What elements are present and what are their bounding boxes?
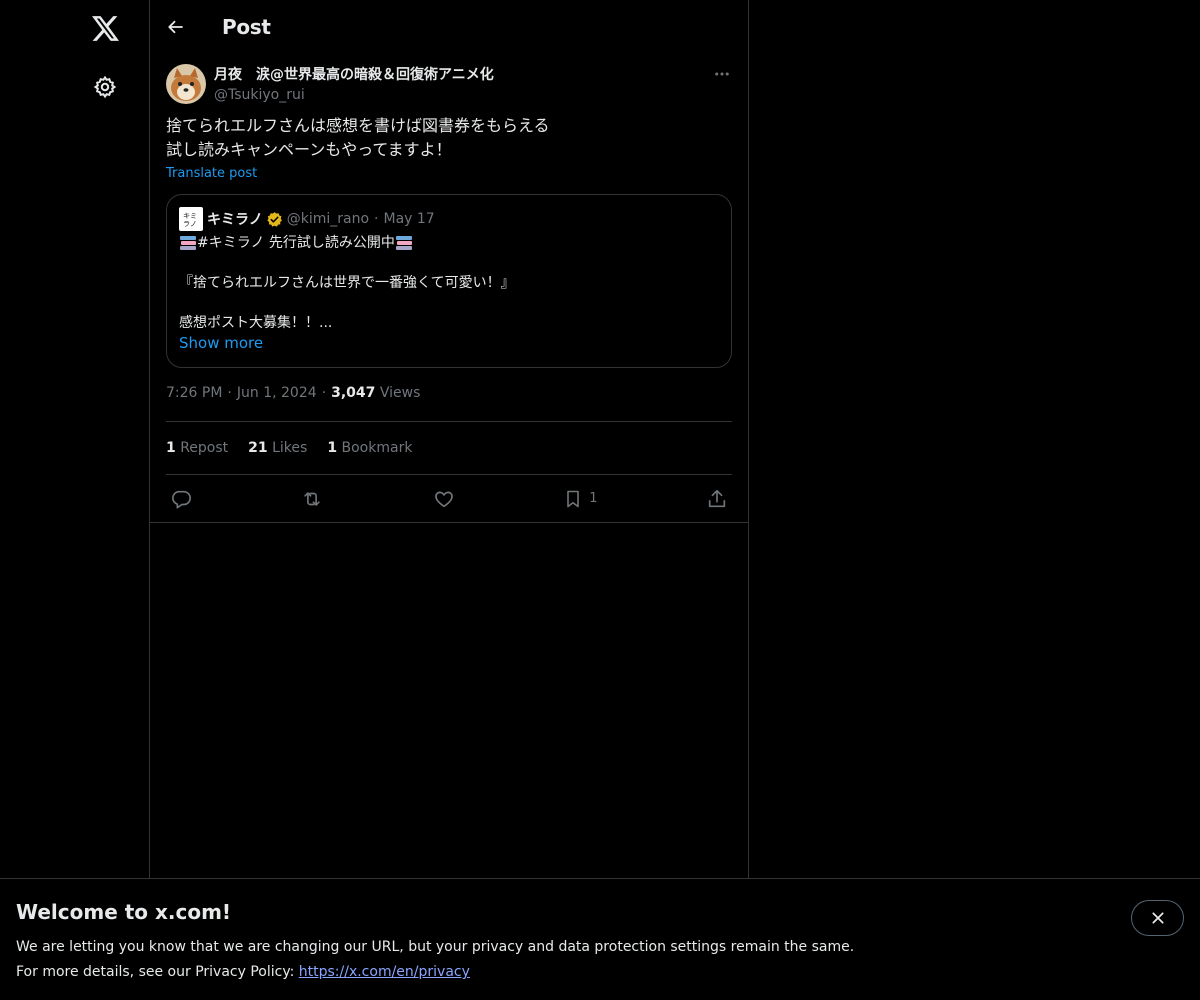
banner-text-line-1: We are letting you know that we are chan… [16, 939, 855, 955]
banner-text-line-2: For more details, see our Privacy Policy… [16, 964, 470, 980]
quoted-text-line-3: 感想ポスト大募集！！... [179, 315, 333, 331]
post-time[interactable]: 7:26 PM [166, 385, 222, 401]
quoted-avatar[interactable]: キミ ラノ [179, 207, 203, 231]
books-emoji-icon [179, 235, 197, 251]
quoted-line: #キミラノ 先行試し読み公開中 [179, 233, 719, 253]
post-text-line: 捨てられエルフさんは感想を書けば図書券をもらえる [166, 116, 550, 135]
quoted-post-body: #キミラノ 先行試し読み公開中 『捨てられエルフさんは世界で一番強くて可愛い！』… [179, 233, 719, 354]
share-icon [708, 489, 726, 507]
divider [150, 522, 748, 523]
heart-icon [434, 491, 453, 507]
post-text: 捨てられエルフさんは感想を書けば図書券をもらえる 試し読みキャンペーンもやってま… [166, 114, 732, 162]
left-navigation [0, 0, 149, 1000]
close-banner-button[interactable] [1131, 900, 1184, 936]
quoted-post-date: May 17 [383, 211, 435, 227]
translate-post-link[interactable]: Translate post [166, 165, 732, 183]
author-name[interactable]: 月夜 涙@世界最高の暗殺＆回復術アニメ化 [214, 65, 494, 85]
post-author-row: 月夜 涙@世界最高の暗殺＆回復術アニメ化 @Tsukiyo_rui [166, 54, 732, 112]
quoted-author-handle: @kimi_rano [286, 211, 370, 227]
reply-icon [172, 490, 191, 509]
bookmarks-stat[interactable]: 1 Bookmark [327, 440, 412, 456]
privacy-policy-link[interactable]: https://x.com/en/privacy [299, 964, 470, 980]
post-text-line: 試し読みキャンペーンもやってますよ！ [166, 140, 452, 159]
post-detail: 月夜 涙@世界最高の暗殺＆回復術アニメ化 @Tsukiyo_rui 捨てられエル… [150, 54, 748, 522]
bookmark-count: 1 [589, 491, 598, 506]
like-button[interactable] [433, 488, 455, 510]
author-handle[interactable]: @Tsukiyo_rui [214, 85, 494, 105]
separator-dot: · [374, 211, 379, 227]
post-metadata: 7:26 PM · Jun 1, 2024 · 3,047 Views [166, 385, 421, 401]
main-column: Post 月夜 涙@世界最高の暗殺＆回復術アニメ化 @Tsukiyo_rui 捨… [149, 0, 749, 1000]
quoted-text-line-1: #キミラノ 先行試し読み公開中 [197, 235, 395, 251]
svg-text:ラノ: ラノ [183, 220, 197, 228]
show-more-link[interactable]: Show more [179, 333, 263, 353]
repost-button[interactable] [300, 488, 324, 510]
views-count: 3,047 [331, 385, 376, 401]
bookmark-icon [567, 490, 580, 507]
quoted-author-name[interactable]: キミラノ [207, 209, 263, 229]
quoted-post-header: キミ ラノ キミラノ @kimi_rano · May 17 [179, 207, 719, 231]
reposts-stat[interactable]: 1 Repost [166, 440, 228, 456]
close-icon [1151, 912, 1164, 924]
likes-stat[interactable]: 21 Likes [248, 440, 307, 456]
author-info: 月夜 涙@世界最高の暗殺＆回復術アニメ化 @Tsukiyo_rui [214, 65, 494, 112]
page-header: Post [150, 0, 748, 54]
books-emoji-icon [395, 235, 413, 251]
gear-icon[interactable] [85, 67, 125, 107]
svg-text:キミ: キミ [183, 212, 197, 220]
reply-button[interactable] [170, 488, 192, 510]
post-date[interactable]: Jun 1, 2024 [237, 385, 317, 401]
quoted-text-line-2: 『捨てられエルフさんは世界で一番強くて可愛い！』 [179, 275, 515, 291]
engagement-stats: 1 Repost 21 Likes 1 Bookmark [166, 422, 732, 474]
more-options-icon[interactable] [712, 64, 732, 84]
repost-icon [304, 491, 321, 506]
post-actions-bar: 1 [166, 475, 732, 522]
banner-title: Welcome to x.com! [16, 900, 232, 924]
verified-badge-icon [266, 211, 283, 228]
avatar[interactable] [166, 64, 206, 104]
arrow-left-icon[interactable] [166, 17, 186, 37]
page-title: Post [222, 15, 271, 39]
bookmark-button[interactable]: 1 [563, 488, 598, 510]
welcome-banner: Welcome to x.com! We are letting you kno… [0, 878, 1200, 1000]
quoted-post[interactable]: キミ ラノ キミラノ @kimi_rano · May 17 #キミラノ 先行試… [166, 194, 732, 368]
x-logo-icon[interactable] [85, 8, 125, 48]
views-label: Views [379, 385, 421, 401]
share-button[interactable] [706, 488, 728, 510]
